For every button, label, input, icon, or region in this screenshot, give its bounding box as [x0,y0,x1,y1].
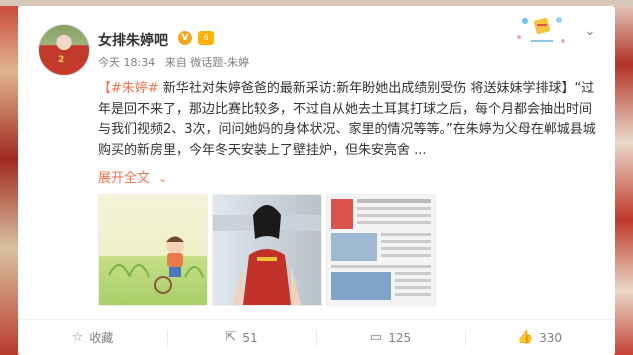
comment-icon: ▭ [369,330,383,345]
post-body-text: 新华社对朱婷爸爸的最新采访:新年盼她出成绩别受伤 将送妹妹学排球】“过年是回不来… [98,81,596,158]
expand-full-text-link[interactable]: 展开全文 ⌄ [98,167,167,186]
player-photo-image [213,205,321,305]
post-actions-bar: ☆ 收藏 ⇱ 51 ▭ 125 👍 330 [18,320,615,355]
thumbnail-illustration[interactable] [98,194,208,306]
expand-label: 展开全文 [98,171,151,186]
background-left [0,0,18,355]
thumbnail-newspaper[interactable] [326,194,436,306]
chevron-down-icon: ⌄ [158,172,168,185]
star-icon: ☆ [71,330,84,345]
post-text: 【#朱婷# 新华社对朱婷爸爸的最新采访:新年盼她出成绩别受伤 将送妹妹学排球】“… [98,79,603,161]
post-meta: 今天 18:34 来自 微话题-朱婷 [98,54,255,70]
repost-button[interactable]: ⇱ 51 [167,320,316,355]
topic-link[interactable]: 【#朱婷# [98,81,159,96]
cartoon-child-image [108,236,204,294]
favorite-button[interactable]: ☆ 收藏 [18,320,167,355]
like-icon: 👍 [516,330,534,345]
post-time[interactable]: 今天 18:34 [98,56,155,69]
comment-count: 125 [388,330,412,345]
like-button[interactable]: 👍 330 [465,320,614,355]
like-count: 330 [539,330,563,345]
level-icon[interactable]: 6 [198,31,214,45]
avatar-jersey-number: 2 [58,55,65,65]
weibo-post-card: 2 女排朱婷吧 V 6 今天 18:34 来自 微话题-朱婷 ⌄ 【#朱婷# 新… [18,6,615,355]
newspaper-page-image [327,195,435,305]
author-name[interactable]: 女排朱婷吧 [98,30,168,50]
repost-icon: ⇱ [225,330,237,345]
background-right [615,0,633,355]
post-menu-chevron-icon[interactable]: ⌄ [584,23,598,39]
verified-icon[interactable]: V [178,31,192,45]
comment-button[interactable]: ▭ 125 [316,320,465,355]
favorite-label: 收藏 [89,331,114,345]
sticker-decoration-icon [517,17,565,43]
avatar[interactable]: 2 [38,24,90,76]
repost-count: 51 [242,330,258,345]
post-source[interactable]: 来自 微话题-朱婷 [165,56,249,69]
thumbnail-player-photo[interactable] [212,194,322,306]
